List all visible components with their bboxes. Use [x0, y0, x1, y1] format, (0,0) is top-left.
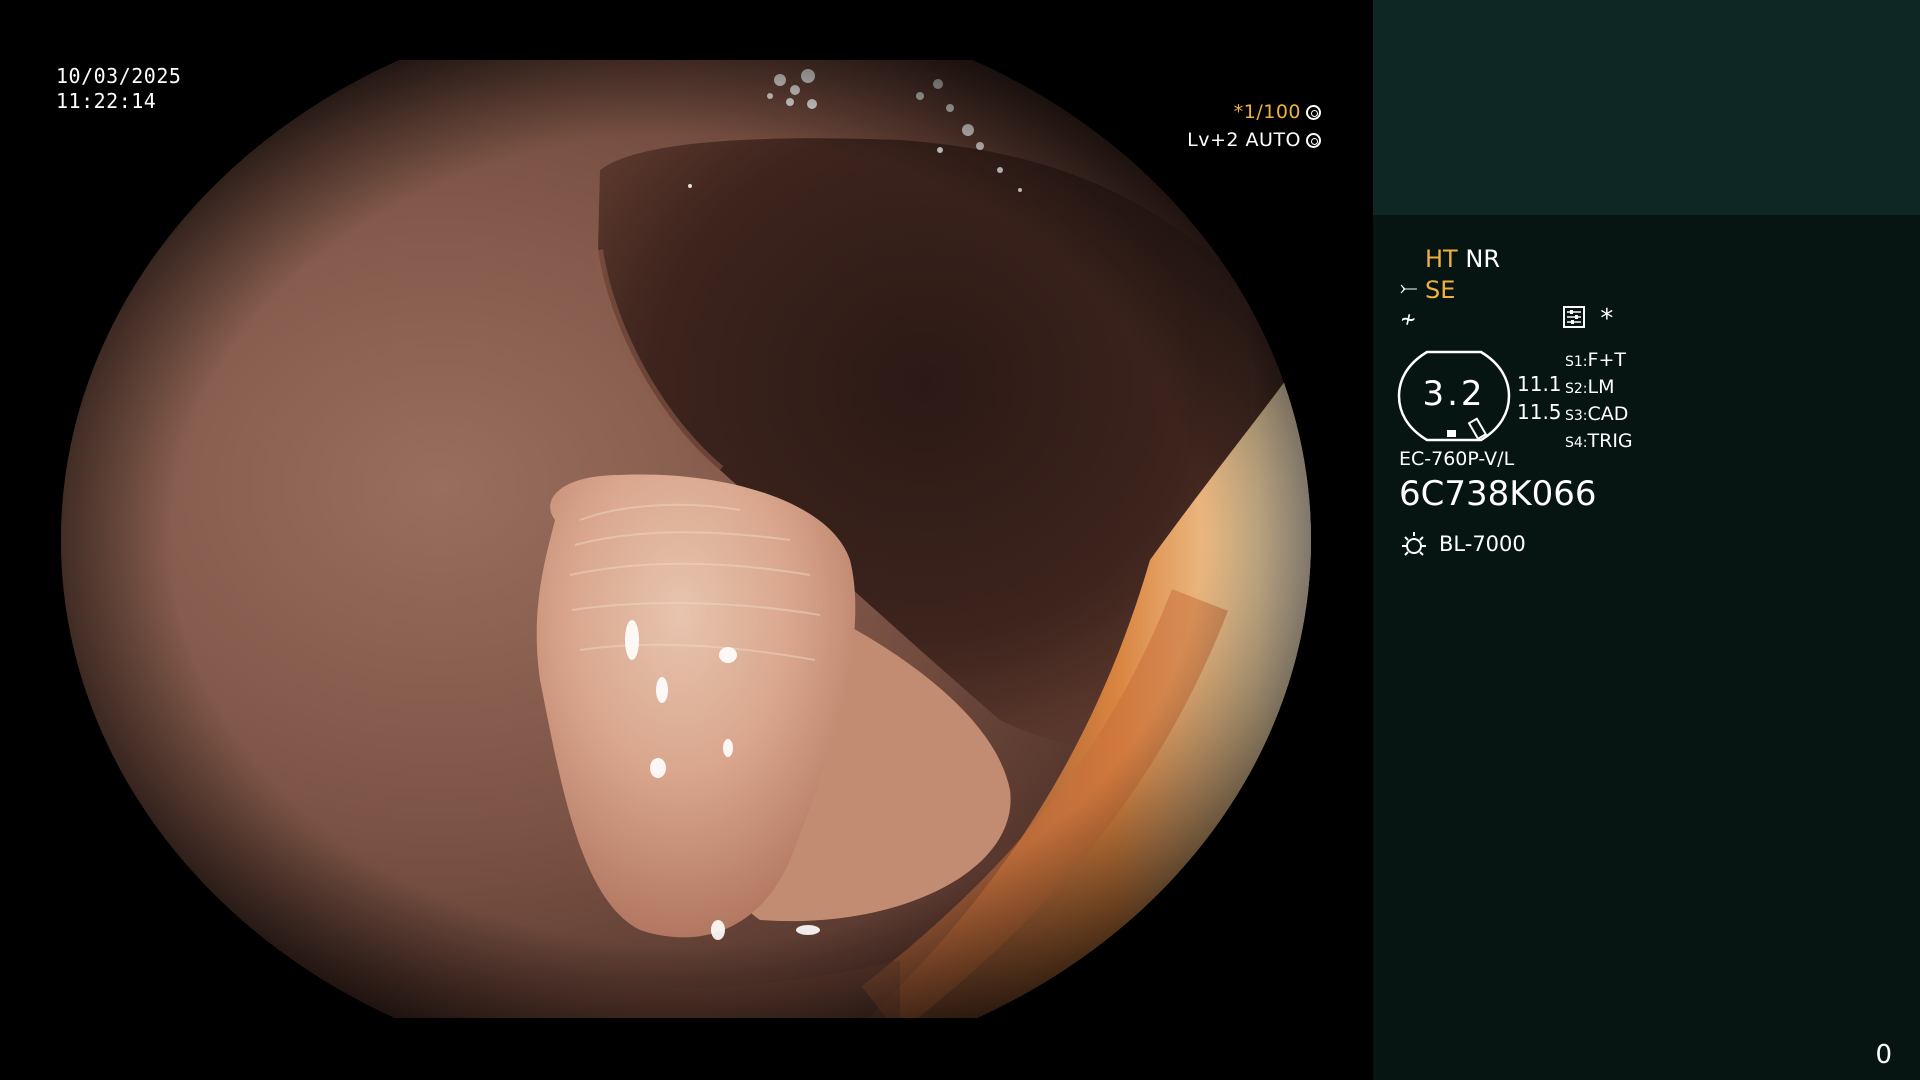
star-symbol: * [1599, 304, 1615, 334]
scope-model: EC-760P-V/L [1399, 448, 1515, 470]
function-item: S3:CAD [1565, 403, 1629, 425]
function-item: S1:F+T [1565, 349, 1626, 371]
gauge-side-values: 11.1 11.5 [1517, 370, 1562, 426]
endoscope-view: 10/03/2025 11:22:14 *1/100 Lv+2 AUTO [0, 0, 1373, 1080]
structure-enhance-icon: ⤚ [1400, 276, 1418, 301]
light-source-label: BL-7000 [1439, 532, 1526, 556]
brightness-mode: Lv+2 AUTO [1187, 128, 1301, 151]
gauge-value: 3.2 [1422, 374, 1486, 414]
endoscopic-image [61, 60, 1311, 1018]
mode-se: SE [1425, 276, 1456, 304]
datetime-overlay: 10/03/2025 11:22:14 [56, 64, 181, 114]
settings-icon [1563, 306, 1585, 328]
function-item: S4:TRIG [1565, 430, 1633, 452]
patient-info-area [1373, 0, 1920, 215]
info-panel: HT NR SE ⤚ ≁ * 3.2 11.1 11.5 S1:F+T S2:L… [1373, 0, 1920, 1080]
exam-date: 10/03/2025 [56, 64, 182, 88]
iris-icon [1306, 132, 1321, 148]
mode-nr: NR [1465, 245, 1500, 273]
gauge-side-top: 11.1 [1517, 372, 1562, 396]
function-item: S2:LM [1565, 376, 1615, 398]
contrast-icon: ≁ [1401, 305, 1416, 333]
scope-serial: 6C738K066 [1399, 474, 1597, 514]
gauge-side-bottom: 11.5 [1517, 400, 1562, 424]
shutter-speed: *1/100 [1233, 100, 1301, 123]
mode-ht: HT [1425, 245, 1458, 273]
capture-counter: 0 [1875, 1040, 1892, 1070]
exposure-overlay: *1/100 Lv+2 AUTO [1187, 98, 1321, 154]
light-source-icon [1402, 532, 1426, 556]
image-modes: HT NR SE [1425, 244, 1500, 306]
scope-function-list: S1:F+T S2:LM S3:CAD S4:TRIG [1565, 348, 1633, 456]
exam-time: 11:22:14 [56, 89, 157, 113]
aperture-icon [1306, 104, 1321, 120]
